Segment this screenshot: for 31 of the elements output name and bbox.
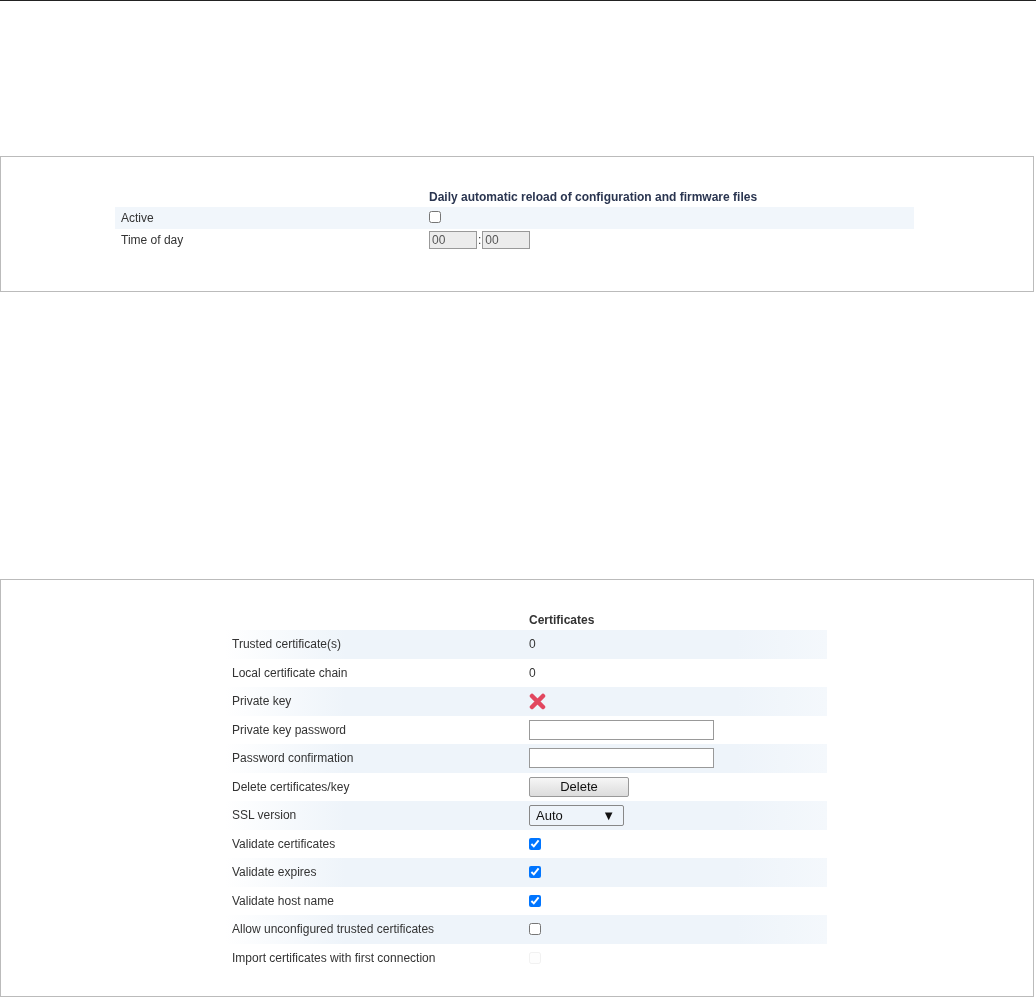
field-label: Active bbox=[121, 211, 155, 225]
field-label: Validate certificates bbox=[232, 836, 337, 851]
field-label: Validate expires bbox=[232, 865, 318, 880]
field-value: 0 bbox=[529, 665, 536, 680]
field-label: Import certificates with first connection bbox=[232, 950, 437, 965]
field-label: Allow unconfigured trusted certificates bbox=[232, 922, 436, 937]
ssl-version-select[interactable]: Auto ▼ bbox=[529, 804, 624, 826]
field-label: Time of day bbox=[121, 233, 185, 247]
field-label: Trusted certificate(s) bbox=[232, 637, 342, 652]
checkbox[interactable] bbox=[529, 923, 541, 936]
field-label: Password confirmation bbox=[232, 751, 355, 766]
time-separator: : bbox=[478, 233, 482, 247]
cross-icon bbox=[529, 692, 546, 710]
hours-field[interactable]: 00 bbox=[429, 231, 477, 249]
field-label: SSL version bbox=[232, 808, 298, 823]
checkbox[interactable] bbox=[529, 837, 541, 850]
section-heading: Daily automatic reload of configuration and firmware files bbox=[429, 190, 759, 204]
field-label: Private key bbox=[232, 694, 293, 709]
password-field[interactable] bbox=[529, 719, 714, 740]
field-label: Local certificate chain bbox=[232, 665, 349, 680]
section-heading: Certificates bbox=[529, 613, 596, 627]
delete-button[interactable]: Delete bbox=[529, 776, 629, 797]
field-label: Validate host name bbox=[232, 893, 335, 908]
minutes-field[interactable]: 00 bbox=[482, 231, 531, 249]
password-field[interactable] bbox=[529, 748, 714, 769]
checkbox[interactable] bbox=[529, 866, 541, 879]
checkbox[interactable] bbox=[529, 894, 541, 907]
field-label: Private key password bbox=[232, 722, 348, 737]
field-label: Delete certificates/key bbox=[232, 779, 351, 794]
active-checkbox[interactable] bbox=[429, 210, 441, 223]
field-value: 0 bbox=[529, 637, 536, 652]
